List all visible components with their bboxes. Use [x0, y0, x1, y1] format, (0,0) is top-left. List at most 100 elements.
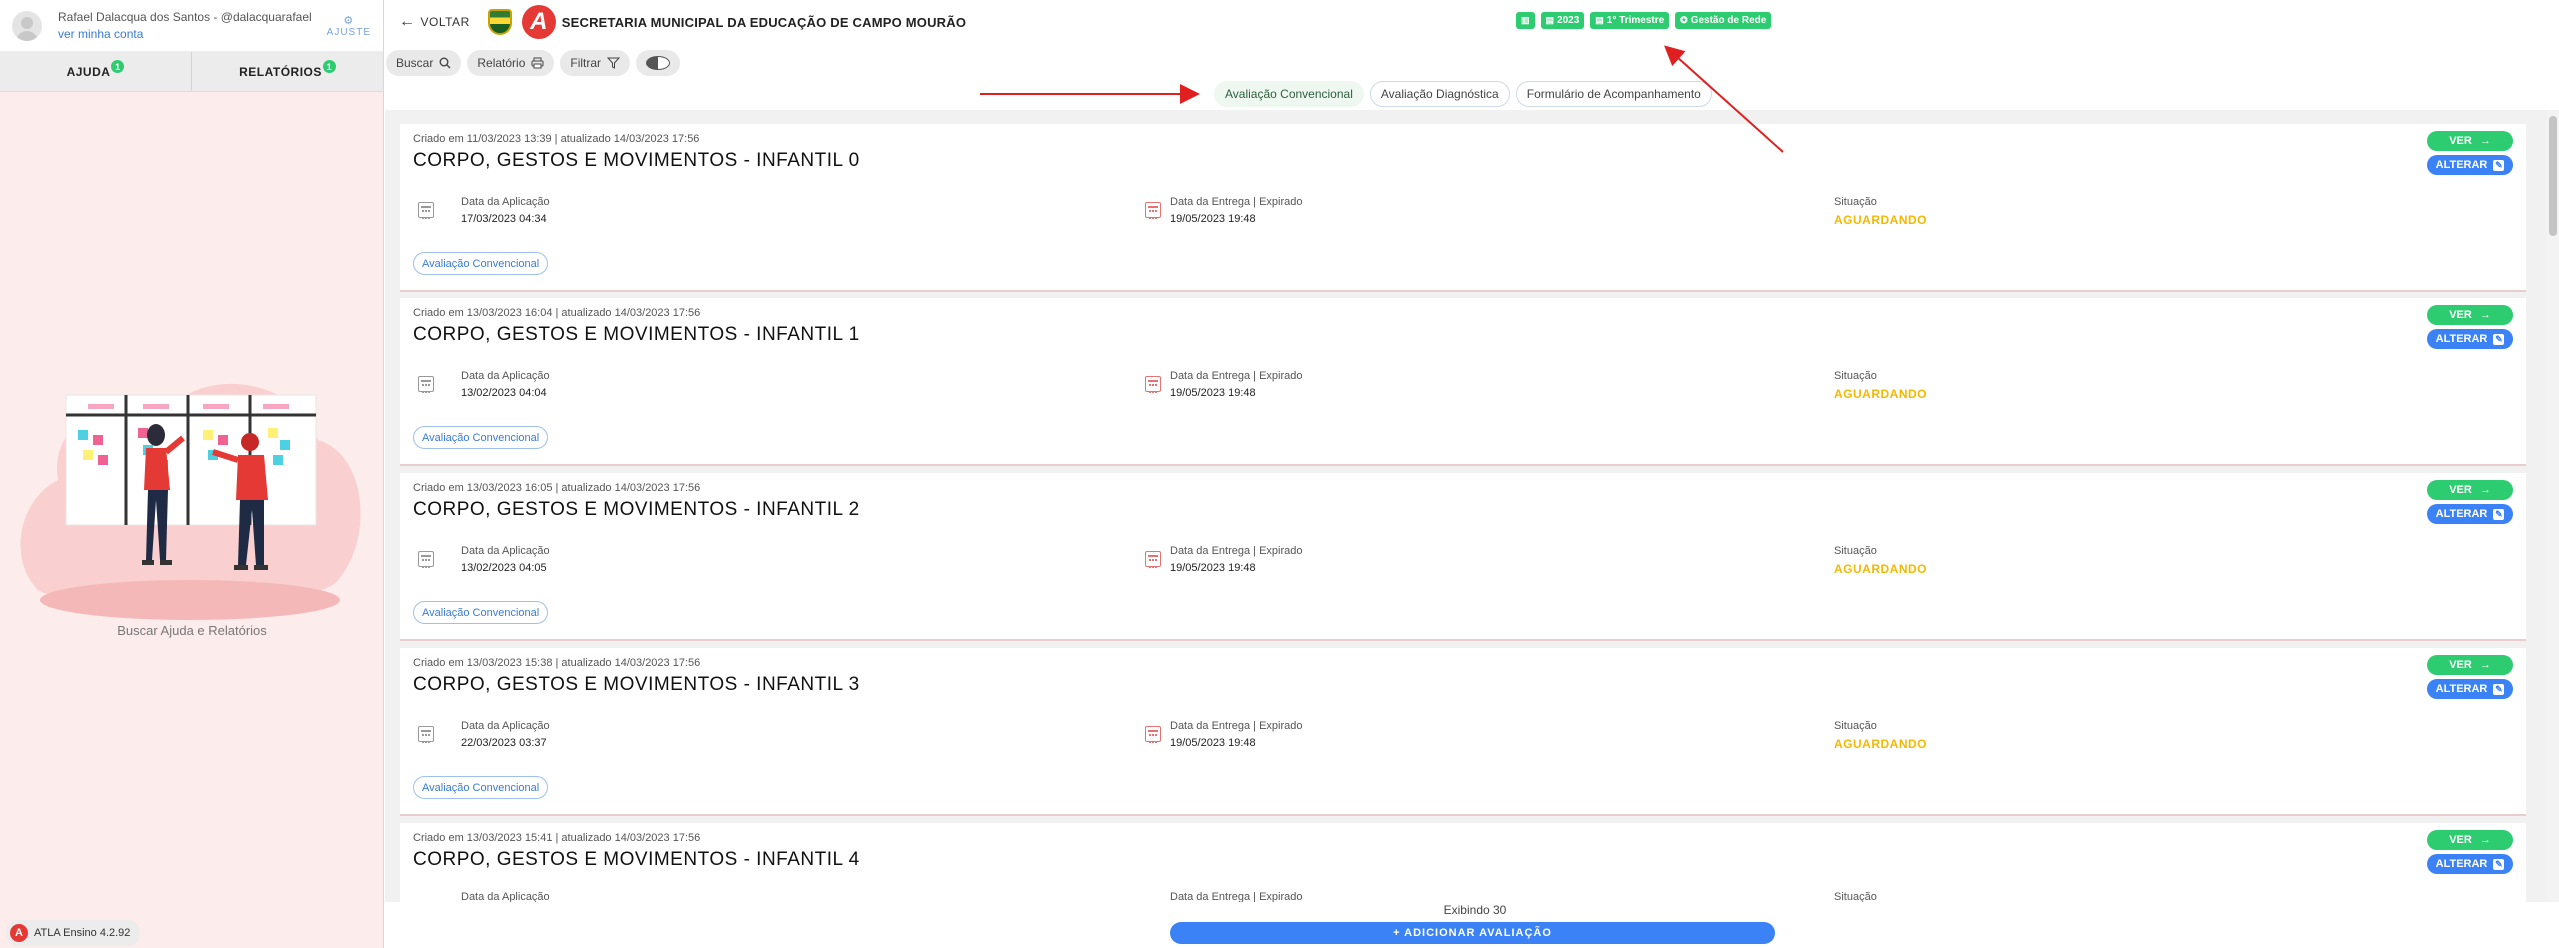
status-value: AGUARDANDO	[1834, 562, 1927, 576]
edit-icon: ✎	[2493, 508, 2505, 520]
user-name: Rafael Dalacqua dos Santos - @dalacquara…	[58, 10, 312, 24]
view-button[interactable]: VER →	[2427, 655, 2513, 675]
help-caption: Buscar Ajuda e Relatórios	[117, 623, 267, 638]
view-button[interactable]: VER →	[2427, 480, 2513, 500]
edit-label: ALTERAR	[2435, 333, 2488, 345]
edit-button[interactable]: ALTERAR ✎	[2427, 854, 2513, 874]
edit-label: ALTERAR	[2435, 508, 2488, 520]
evaluation-card: Criado em 13/03/2023 16:04 | atualizado …	[400, 298, 2526, 466]
tab-reports-badge: 1	[322, 60, 336, 73]
badge-term-label: 1° Trimestre	[1606, 15, 1665, 26]
edit-button[interactable]: ALTERAR ✎	[2427, 504, 2513, 524]
scrollbar[interactable]	[2547, 110, 2559, 902]
badge-term[interactable]: ▤ 1° Trimestre	[1590, 12, 1670, 29]
view-label: VER	[2449, 834, 2472, 846]
status-label: Situação	[1834, 891, 1877, 902]
evaluation-card: Criado em 13/03/2023 15:41 | atualizado …	[400, 823, 2526, 902]
card-title: CORPO, GESTOS E MOVIMENTOS - INFANTIL 0	[413, 150, 860, 171]
application-label: Data da Aplicação	[461, 370, 550, 382]
badge-year[interactable]: ▤ 2023	[1540, 12, 1585, 29]
application-date: 17/03/2023 04:34	[461, 213, 547, 225]
application-date: 22/03/2023 03:37	[461, 737, 547, 749]
badge-network[interactable]: ✪ Gestão de Rede	[1675, 12, 1772, 29]
application-date: 13/02/2023 04:05	[461, 562, 547, 574]
settings-label: AJUSTE	[326, 26, 371, 38]
filter-button[interactable]: Filtrar	[560, 50, 631, 76]
search-label: Buscar	[396, 56, 434, 70]
card-title: CORPO, GESTOS E MOVIMENTOS - INFANTIL 4	[413, 849, 860, 870]
edit-button[interactable]: ALTERAR ✎	[2427, 155, 2513, 175]
tab-help-badge: 1	[111, 60, 125, 73]
view-label: VER	[2449, 484, 2472, 496]
atla-logo-icon: A	[10, 924, 28, 942]
card-meta: Criado em 13/03/2023 16:04 | atualizado …	[413, 307, 701, 319]
application-label: Data da Aplicação	[461, 720, 550, 732]
arrow-right-icon: →	[2479, 309, 2491, 321]
evaluation-card: Criado em 13/03/2023 15:38 | atualizado …	[400, 648, 2526, 816]
status-value: AGUARDANDO	[1834, 213, 1927, 227]
header: ← VOLTAR A SECRETARIA MUNICIPAL DA EDUCA…	[385, 0, 2559, 44]
scrollbar-thumb[interactable]	[2549, 116, 2557, 236]
filter-icon	[607, 57, 621, 69]
view-label: VER	[2449, 659, 2472, 671]
tab-diagnostic[interactable]: Avaliação Diagnóstica	[1369, 81, 1510, 107]
tab-reports[interactable]: RELATÓRIOS 1	[191, 52, 383, 91]
add-evaluation-button[interactable]: + ADICIONAR AVALIAÇÃO	[1170, 922, 1775, 944]
help-illustration	[20, 383, 361, 620]
edit-icon: ✎	[2493, 683, 2505, 695]
delivery-date: 19/05/2023 19:48	[1170, 387, 1256, 399]
tab-reports-label: RELATÓRIOS	[239, 64, 322, 79]
search-button[interactable]: Buscar	[386, 50, 462, 76]
my-account-link[interactable]: ver minha conta	[58, 27, 143, 41]
edit-icon: ✎	[2493, 858, 2505, 870]
cog-icon: ✪	[1680, 15, 1688, 25]
edit-button[interactable]: ALTERAR ✎	[2427, 329, 2513, 349]
report-button[interactable]: Relatório	[467, 50, 555, 76]
view-button[interactable]: VER →	[2427, 305, 2513, 325]
card-title: CORPO, GESTOS E MOVIMENTOS - INFANTIL 2	[413, 499, 860, 520]
status-label: Situação	[1834, 196, 1877, 208]
delivery-date: 19/05/2023 19:48	[1170, 562, 1256, 574]
report-label: Relatório	[477, 56, 526, 70]
delivery-label: Data da Entrega | Expirado	[1170, 720, 1303, 732]
avatar[interactable]	[12, 10, 42, 41]
evaluation-type-tabs: Avaliação Convencional Avaliação Diagnós…	[1214, 81, 1712, 107]
edit-button[interactable]: ALTERAR ✎	[2427, 679, 2513, 699]
status-value: AGUARDANDO	[1834, 737, 1927, 751]
contrast-toggle[interactable]	[636, 50, 681, 76]
status-label: Situação	[1834, 545, 1877, 557]
card-meta: Criado em 13/03/2023 15:41 | atualizado …	[413, 832, 701, 844]
settings-button[interactable]: ⚙ AJUSTE	[327, 14, 371, 38]
delivery-label: Data da Entrega | Expirado	[1170, 196, 1303, 208]
tab-follow-up-form[interactable]: Formulário de Acompanhamento	[1515, 81, 1712, 107]
gear-icon: ⚙	[343, 14, 355, 27]
municipal-crest-icon	[487, 9, 512, 35]
badge-dashboard[interactable]: ▥	[1516, 12, 1535, 29]
tab-help-label: AJUDA	[66, 64, 111, 79]
tab-conventional[interactable]: Avaliação Convencional	[1214, 81, 1364, 107]
sidebar-tabs: AJUDA 1 RELATÓRIOS 1	[0, 52, 383, 92]
badge-network-label: Gestão de Rede	[1690, 15, 1767, 26]
results-count: Exibindo 30	[1443, 903, 1507, 917]
view-button[interactable]: VER →	[2427, 131, 2513, 151]
status-label: Situação	[1834, 720, 1877, 732]
card-meta: Criado em 13/03/2023 15:38 | atualizado …	[413, 657, 701, 669]
contrast-icon	[646, 56, 671, 70]
version-badge[interactable]: A ATLA Ensino 4.2.92	[6, 920, 141, 946]
evaluation-card: Criado em 11/03/2023 13:39 | atualizado …	[400, 124, 2526, 292]
user-bar: Rafael Dalacqua dos Santos - @dalacquara…	[0, 0, 383, 52]
version-label: ATLA Ensino 4.2.92	[34, 927, 131, 939]
tab-help[interactable]: AJUDA 1	[0, 52, 191, 91]
view-button[interactable]: VER →	[2427, 830, 2513, 850]
application-label: Data da Aplicação	[461, 545, 550, 557]
card-title: CORPO, GESTOS E MOVIMENTOS - INFANTIL 3	[413, 674, 860, 695]
application-label: Data da Aplicação	[461, 196, 550, 208]
calendar-expired-icon	[1145, 551, 1161, 568]
back-button[interactable]: ← VOLTAR	[399, 13, 470, 31]
calendar-icon: ▤	[1595, 15, 1604, 25]
chart-icon: ▥	[1521, 15, 1530, 25]
edit-label: ALTERAR	[2435, 683, 2488, 695]
badge-year-label: 2023	[1557, 15, 1580, 26]
main-content: ← VOLTAR A SECRETARIA MUNICIPAL DA EDUCA…	[385, 0, 2559, 948]
calendar-icon	[418, 376, 434, 393]
